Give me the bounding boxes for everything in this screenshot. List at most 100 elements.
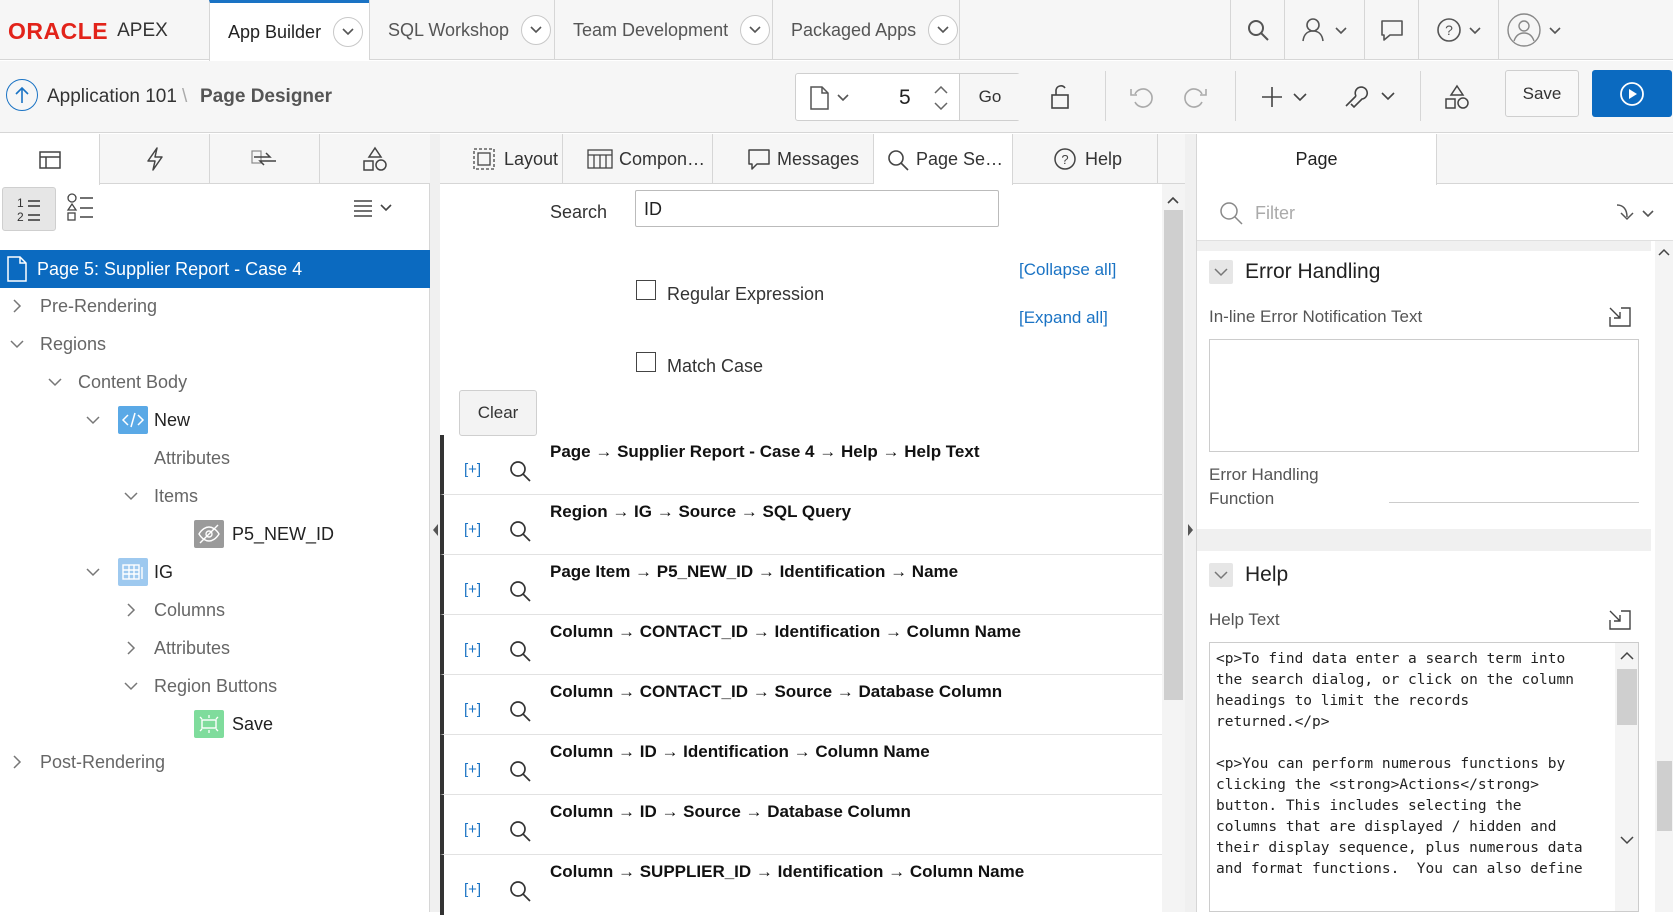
group-by-type-icon[interactable] [66, 192, 100, 226]
search-icon[interactable] [508, 699, 532, 723]
search-result-path[interactable]: Column → ID → Source → Database Column [550, 802, 911, 822]
tab-shared-components[interactable] [320, 134, 430, 184]
tab-rendering[interactable] [0, 134, 100, 185]
tree-menu-icon[interactable] [352, 196, 402, 224]
search-result-row[interactable]: [+] Column → SUPPLIER_ID → Identificatio… [440, 855, 1162, 915]
search-icon[interactable] [1230, 0, 1284, 60]
collapse-all-link[interactable]: [Collapse all] [1019, 260, 1116, 280]
oracle-apex-logo[interactable]: ORACLE APEX [8, 18, 168, 44]
tree-node-content-body[interactable]: Content Body [0, 363, 430, 401]
expand-result-link[interactable]: [+] [464, 641, 481, 658]
page-icon[interactable] [808, 86, 852, 110]
chevron-right-icon[interactable] [10, 299, 24, 313]
nav-tab-packaged-apps[interactable]: Packaged Apps [772, 0, 960, 60]
help-text-textarea[interactable]: <p>To find data enter a search term into… [1209, 642, 1639, 912]
chevron-down-icon[interactable] [928, 15, 959, 45]
tree-node-pre-rendering[interactable]: Pre-Rendering [0, 287, 430, 325]
expand-result-link[interactable]: [+] [464, 821, 481, 838]
expand-result-link[interactable]: [+] [464, 461, 481, 478]
expand-result-link[interactable]: [+] [464, 881, 481, 898]
tab-page[interactable]: Page [1197, 134, 1437, 185]
search-result-row[interactable]: [+] Column → ID → Identification → Colum… [440, 735, 1162, 795]
tab-help[interactable]: ? Help [1013, 134, 1158, 184]
search-icon[interactable] [508, 459, 532, 483]
user-avatar-icon[interactable] [1498, 0, 1573, 60]
nav-tab-team-development[interactable]: Team Development [554, 0, 772, 60]
save-button[interactable]: Save [1505, 70, 1579, 117]
clear-button[interactable]: Clear [459, 390, 537, 436]
nav-tab-app-builder[interactable]: App Builder [209, 0, 369, 61]
search-result-path[interactable]: Page → Supplier Report - Case 4 → Help →… [550, 442, 980, 462]
regular-expression-checkbox[interactable] [636, 280, 656, 300]
search-icon[interactable] [508, 519, 532, 543]
scrollbar-thumb[interactable] [1164, 210, 1183, 700]
search-input[interactable]: ID [635, 190, 999, 227]
search-icon[interactable] [508, 759, 532, 783]
search-result-row[interactable]: [+] Column → CONTACT_ID → Identification… [440, 615, 1162, 675]
search-result-row[interactable]: [+] Page → Supplier Report - Case 4 → He… [440, 435, 1162, 495]
chevron-down-icon[interactable] [10, 337, 24, 351]
page-number-input[interactable]: 5 [899, 86, 911, 110]
tree-node-columns[interactable]: Columns [0, 591, 430, 629]
search-result-row[interactable]: [+] Page Item → P5_NEW_ID → Identificati… [440, 555, 1162, 615]
run-page-button[interactable] [1592, 70, 1672, 117]
undo-icon[interactable] [1122, 81, 1162, 113]
search-icon[interactable] [508, 879, 532, 903]
chevron-right-icon[interactable] [10, 755, 24, 769]
tree-node-region-ig[interactable]: IG [0, 553, 430, 591]
help-section-header[interactable]: Help [1209, 556, 1288, 594]
expand-result-link[interactable]: [+] [464, 761, 481, 778]
chevron-down-icon[interactable] [48, 375, 62, 389]
chevron-down-icon[interactable] [124, 489, 138, 503]
search-result-path[interactable]: Region → IG → Source → SQL Query [550, 502, 851, 522]
arrow-up-icon[interactable] [6, 79, 38, 111]
error-handling-section-header[interactable]: Error Handling [1209, 253, 1380, 291]
tab-dynamic-actions[interactable] [100, 134, 210, 184]
shared-components-icon[interactable] [1437, 81, 1477, 113]
right-splitter[interactable] [1185, 134, 1196, 912]
redo-icon[interactable] [1175, 81, 1215, 113]
chat-icon[interactable] [1364, 0, 1418, 60]
search-icon[interactable] [508, 639, 532, 663]
center-scrollbar[interactable] [1162, 184, 1185, 912]
chevron-down-icon[interactable] [124, 679, 138, 693]
tree-node-ig-attributes[interactable]: Attributes [0, 629, 430, 667]
filter-input[interactable]: Filter [1255, 203, 1295, 224]
tree-node-save-button[interactable]: Save [0, 705, 430, 743]
chevron-down-icon[interactable] [1209, 260, 1233, 284]
help-icon[interactable]: ? [1418, 0, 1498, 60]
tab-page-search[interactable]: Page Se… [874, 134, 1013, 185]
tree-node-region-buttons[interactable]: Region Buttons [0, 667, 430, 705]
search-icon[interactable] [508, 819, 532, 843]
go-button[interactable]: Go [959, 74, 1020, 120]
search-result-row[interactable]: [+] Column → CONTACT_ID → Source → Datab… [440, 675, 1162, 735]
user-admin-icon[interactable] [1284, 0, 1364, 60]
expand-result-link[interactable]: [+] [464, 521, 481, 538]
chevron-down-icon[interactable] [1209, 563, 1233, 587]
search-result-row[interactable]: [+] Column → ID → Source → Database Colu… [440, 795, 1162, 855]
tab-processing[interactable] [210, 134, 320, 184]
match-case-checkbox[interactable] [636, 352, 656, 372]
add-component-plus-icon[interactable] [1255, 81, 1315, 113]
tree-node-p5-new-id[interactable]: P5_NEW_ID [0, 515, 430, 553]
help-text-scrollbar[interactable] [1615, 643, 1638, 911]
nav-tab-sql-workshop[interactable]: SQL Workshop [369, 0, 554, 60]
lock-icon[interactable] [1040, 81, 1080, 113]
tree-node-attributes[interactable]: Attributes [0, 439, 430, 477]
search-result-path[interactable]: Column → SUPPLIER_ID → Identification → … [550, 862, 1024, 882]
order-by-sequence-icon[interactable]: 12 [2, 187, 56, 231]
search-result-path[interactable]: Column → CONTACT_ID → Identification → C… [550, 622, 1021, 642]
tab-component-view[interactable]: Compon… [563, 134, 713, 184]
search-icon[interactable] [508, 579, 532, 603]
search-result-path[interactable]: Column → ID → Identification → Column Na… [550, 742, 930, 762]
inline-error-textarea[interactable] [1209, 339, 1639, 452]
tree-node-region-new[interactable]: New [0, 401, 430, 439]
tree-node-post-rendering[interactable]: Post-Rendering [0, 743, 430, 781]
chevron-down-icon[interactable] [740, 15, 771, 45]
tab-messages[interactable]: Messages [713, 134, 874, 184]
tab-layout[interactable]: Layout [440, 134, 563, 184]
utilities-wrench-icon[interactable] [1335, 81, 1405, 113]
page-number-stepper[interactable] [931, 78, 951, 118]
chevron-right-icon[interactable] [124, 603, 138, 617]
chevron-down-icon[interactable] [86, 413, 100, 427]
